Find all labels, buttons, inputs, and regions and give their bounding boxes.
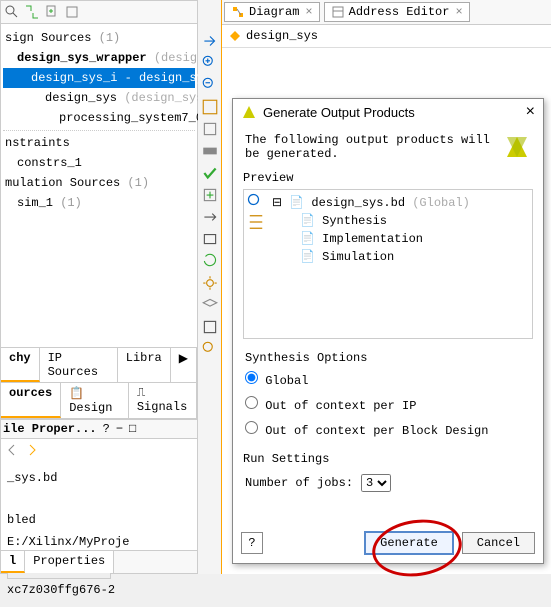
props-tabs: l Properties bbox=[1, 550, 197, 573]
radio-ooc-bd[interactable]: Out of context per Block Design bbox=[245, 417, 531, 442]
preview-sim[interactable]: 📄 Simulation bbox=[272, 248, 528, 266]
xilinx-logo-icon bbox=[503, 133, 531, 161]
validate-icon[interactable] bbox=[201, 164, 219, 182]
sources-tree[interactable]: sign Sources (1) design_sys_wrapper (des… bbox=[1, 24, 197, 217]
tab-design[interactable]: 📋 Design bbox=[61, 383, 129, 418]
sources-toolbar bbox=[1, 1, 197, 24]
close-icon[interactable]: × bbox=[526, 103, 535, 121]
zoom-icon[interactable] bbox=[246, 192, 266, 212]
diagram-toolbar bbox=[198, 0, 222, 574]
editor-tabs: Diagram× Address Editor× bbox=[222, 0, 551, 25]
xilinx-icon bbox=[241, 104, 257, 120]
constrs-node[interactable]: constrs_1 bbox=[3, 153, 195, 173]
save-icon[interactable] bbox=[201, 318, 219, 336]
address-icon bbox=[331, 5, 345, 19]
port-icon[interactable] bbox=[201, 208, 219, 226]
jobs-label: Number of jobs: bbox=[245, 476, 353, 490]
tab-sources[interactable]: ources bbox=[1, 383, 61, 418]
instance-node[interactable]: design_sys_i - design_sys bbox=[3, 68, 195, 88]
collapse-icon[interactable] bbox=[64, 4, 80, 20]
ps7-node[interactable]: processing_system7_0 bbox=[3, 108, 195, 128]
find-icon[interactable] bbox=[4, 4, 20, 20]
zoom-sel-icon[interactable] bbox=[201, 120, 219, 138]
source-tabs: chy IP Sources Libra ▶ bbox=[1, 347, 197, 383]
help-icon[interactable]: ? bbox=[103, 422, 110, 436]
regenerate-icon[interactable] bbox=[201, 252, 219, 270]
design-name-label: design_sys bbox=[246, 29, 318, 43]
generate-button[interactable]: Generate bbox=[364, 531, 454, 555]
bd-icon bbox=[228, 29, 242, 43]
constraints-node[interactable]: nstraints bbox=[3, 133, 195, 153]
default-view-icon[interactable] bbox=[201, 142, 219, 160]
maximize-icon[interactable]: □ bbox=[129, 422, 136, 436]
tab-address-editor[interactable]: Address Editor× bbox=[324, 2, 470, 22]
add-icon[interactable] bbox=[44, 4, 60, 20]
preview-impl[interactable]: 📄 Implementation bbox=[272, 230, 528, 248]
design-sources-node[interactable]: sign Sources (1) bbox=[3, 28, 195, 48]
arrow-icon[interactable] bbox=[201, 32, 219, 50]
zoom-out-icon[interactable] bbox=[201, 76, 219, 94]
run-settings-label: Run Settings bbox=[233, 450, 543, 468]
close-icon[interactable]: × bbox=[305, 5, 312, 19]
dialog-message: The following output products will be ge… bbox=[245, 133, 495, 161]
tab-diagram[interactable]: Diagram× bbox=[224, 2, 320, 22]
close-icon[interactable]: × bbox=[455, 5, 462, 19]
prop-name: _sys.bd bbox=[7, 467, 191, 489]
preview-label: Preview bbox=[233, 169, 543, 187]
diagram-icon bbox=[231, 5, 245, 19]
search-icon[interactable] bbox=[201, 340, 219, 358]
help-button[interactable]: ? bbox=[241, 532, 263, 554]
dialog-title: Generate Output Products bbox=[263, 105, 415, 120]
preview-root[interactable]: ⊟ 📄 design_sys.bd (Global) bbox=[272, 194, 528, 212]
lower-tabs: ources 📋 Design ⎍ Signals bbox=[1, 383, 197, 419]
generate-output-dialog: Generate Output Products × The following… bbox=[232, 98, 544, 564]
expand-icon[interactable] bbox=[24, 4, 40, 20]
cancel-button[interactable]: Cancel bbox=[462, 532, 535, 554]
properties-title: ile Proper... bbox=[3, 422, 97, 436]
prop-part: xc7z030ffg676-2 bbox=[7, 579, 115, 601]
preview-synth[interactable]: 📄 Synthesis bbox=[272, 212, 528, 230]
minimize-icon[interactable]: − bbox=[116, 422, 123, 436]
design-breadcrumb: design_sys bbox=[222, 25, 551, 48]
add-ip-icon[interactable] bbox=[201, 186, 219, 204]
zoom-in-icon[interactable] bbox=[201, 54, 219, 72]
tab-libraries[interactable]: Libra bbox=[118, 348, 171, 382]
tab-properties[interactable]: Properties bbox=[25, 551, 114, 573]
jobs-select[interactable]: 3 bbox=[361, 474, 391, 492]
prop-enabled: bled bbox=[7, 509, 191, 531]
expand-all-icon[interactable] bbox=[246, 212, 266, 232]
preview-tree: ⊟ 📄 design_sys.bd (Global) 📄 Synthesis 📄… bbox=[243, 189, 533, 339]
synth-options-label: Synthesis Options bbox=[245, 349, 531, 367]
fwd-icon[interactable] bbox=[24, 442, 40, 458]
zoom-fit-icon[interactable] bbox=[201, 98, 219, 116]
wrapper-node[interactable]: design_sys_wrapper (desig bbox=[3, 48, 195, 68]
sim-node[interactable]: sim_1 (1) bbox=[3, 193, 195, 213]
tab-hierarchy[interactable]: chy bbox=[1, 348, 40, 382]
back-icon[interactable] bbox=[4, 442, 20, 458]
tab-signals[interactable]: ⎍ Signals bbox=[129, 383, 197, 418]
layers-icon[interactable] bbox=[201, 296, 219, 314]
tab-play-icon[interactable]: ▶ bbox=[171, 348, 197, 382]
sim-sources-node[interactable]: mulation Sources (1) bbox=[3, 173, 195, 193]
sources-panel: sign Sources (1) design_sys_wrapper (des… bbox=[0, 0, 198, 574]
settings-icon[interactable] bbox=[201, 274, 219, 292]
design-sys-node[interactable]: design_sys (design_sys. bbox=[3, 88, 195, 108]
radio-ooc-ip[interactable]: Out of context per IP bbox=[245, 392, 531, 417]
pin-icon[interactable] bbox=[201, 230, 219, 248]
radio-global[interactable]: Global bbox=[245, 367, 531, 392]
tab-ip-sources[interactable]: IP Sources bbox=[40, 348, 118, 382]
tab-general[interactable]: l bbox=[1, 551, 25, 573]
properties-panel: ile Proper... ? − □ _sys.bd bled E:/Xili… bbox=[1, 419, 197, 607]
